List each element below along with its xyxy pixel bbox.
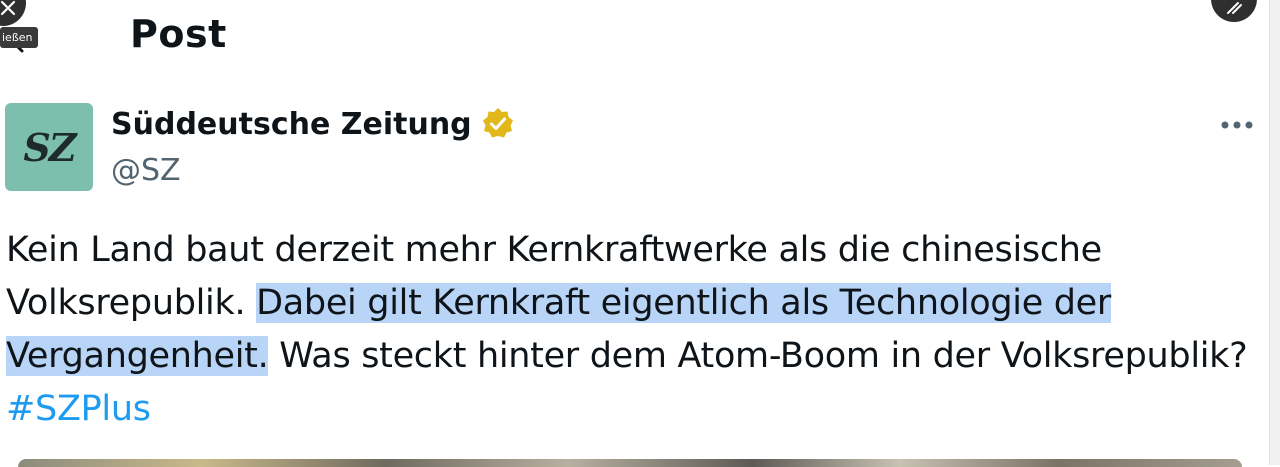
page-title: Post bbox=[130, 12, 227, 56]
close-tooltip: ießen bbox=[0, 27, 38, 48]
close-button[interactable] bbox=[0, 0, 26, 26]
window-right-edge bbox=[1269, 0, 1280, 465]
more-icon[interactable] bbox=[1220, 116, 1256, 134]
post-media-preview[interactable] bbox=[18, 459, 1242, 467]
hashtag-link[interactable]: #SZPlus bbox=[6, 383, 1268, 436]
avatar-logo: SZ bbox=[23, 124, 76, 170]
resize-icon bbox=[1227, 2, 1242, 14]
close-icon bbox=[0, 0, 16, 16]
author-name-row: Süddeutsche Zeitung bbox=[111, 106, 516, 142]
post-text-part2: Was steckt hinter dem Atom-Boom in der V… bbox=[268, 336, 1248, 376]
avatar[interactable]: SZ bbox=[5, 103, 93, 191]
verified-badge-icon bbox=[482, 108, 513, 138]
author-display-name[interactable]: Süddeutsche Zeitung bbox=[111, 107, 472, 142]
author-handle[interactable]: @SZ bbox=[111, 153, 181, 188]
resize-button[interactable] bbox=[1211, 0, 1257, 22]
post-text: Kein Land baut derzeit mehr Kernkraftwer… bbox=[6, 224, 1268, 436]
